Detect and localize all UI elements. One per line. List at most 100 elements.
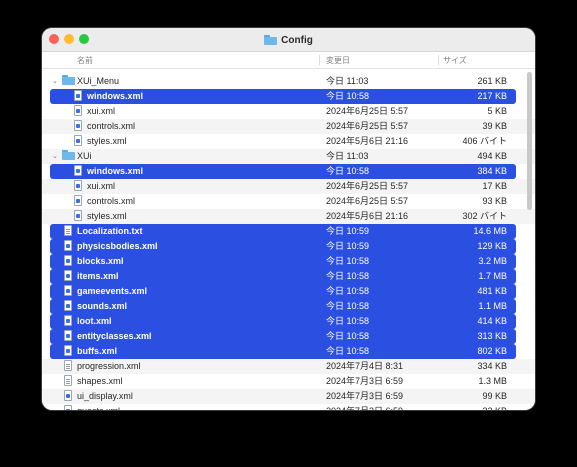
modified-date: 今日 10:58 xyxy=(326,256,370,266)
file-size: 334 KB xyxy=(477,361,507,371)
file-row[interactable]: ui_display.xml 2024年7月3日 6:59 99 KB xyxy=(42,389,535,404)
file-name: XUi xyxy=(77,151,92,161)
xml-document-icon xyxy=(74,210,82,221)
file-row[interactable]: controls.xml 2024年6月25日 5:57 39 KB xyxy=(42,119,535,134)
modified-date: 2024年6月25日 5:57 xyxy=(326,121,409,131)
modified-date: 2024年7月3日 6:59 xyxy=(326,391,404,401)
xml-document-icon xyxy=(64,315,72,326)
title-bar[interactable]: Config xyxy=(42,28,535,52)
folder-icon xyxy=(62,150,75,160)
file-name: entityclasses.xml xyxy=(77,331,152,341)
xml-document-icon xyxy=(74,180,82,191)
file-name: shapes.xml xyxy=(77,376,123,386)
modified-date: 今日 10:59 xyxy=(326,226,370,236)
text-document-icon xyxy=(64,375,72,386)
column-date-header[interactable]: 変更日 xyxy=(326,55,350,66)
file-row[interactable]: Localization.txt 今日 10:59 14.6 MB xyxy=(50,224,516,239)
modified-date: 2024年7月3日 6:59 xyxy=(326,376,404,386)
file-row[interactable]: windows.xml 今日 10:58 217 KB xyxy=(50,89,516,104)
file-row[interactable]: gameevents.xml 今日 10:58 481 KB xyxy=(50,284,516,299)
file-list: ⌄ XUi_Menu 今日 11:03 261 KB windows.xml 今日 10:… xyxy=(42,74,535,410)
column-size-header[interactable]: サイズ xyxy=(443,55,467,66)
disclosure-triangle-icon[interactable]: ⌄ xyxy=(52,74,62,89)
file-name: progression.xml xyxy=(77,361,141,371)
file-size: 32 KB xyxy=(482,404,507,410)
modified-date: 今日 11:03 xyxy=(326,76,369,86)
file-size: 3.2 MB xyxy=(478,256,507,266)
file-size: 129 KB xyxy=(477,241,507,251)
file-name: controls.xml xyxy=(87,196,136,206)
file-row[interactable]: controls.xml 2024年6月25日 5:57 93 KB xyxy=(42,194,535,209)
column-name-header[interactable]: 名前 xyxy=(77,55,93,66)
column-divider[interactable] xyxy=(438,55,439,65)
xml-document-icon xyxy=(64,405,72,410)
text-document-icon xyxy=(64,360,72,371)
file-row[interactable]: xui.xml 2024年6月25日 5:57 5 KB xyxy=(42,104,535,119)
xml-document-icon xyxy=(74,135,82,146)
xml-document-icon xyxy=(74,165,82,176)
modified-date: 2024年7月3日 6:59 xyxy=(326,404,403,410)
modified-date: 今日 10:58 xyxy=(326,286,370,296)
file-row[interactable]: styles.xml 2024年5月6日 21:16 302 バイト xyxy=(42,209,535,224)
file-row[interactable]: progression.xml 2024年7月4日 8:31 334 KB xyxy=(42,359,535,374)
file-size: 1.3 MB xyxy=(478,376,507,386)
file-name: physicsbodies.xml xyxy=(77,241,158,251)
xml-document-icon xyxy=(74,90,82,101)
modified-date: 今日 10:58 xyxy=(326,316,370,326)
xml-document-icon xyxy=(74,195,82,206)
finder-window: Config 名前 変更日 サイズ ⌄ XUi_Menu 今日 11:03 261 K… xyxy=(42,28,535,410)
folder-row[interactable]: ⌄ XUi_Menu 今日 11:03 261 KB xyxy=(42,74,535,89)
text-document-icon xyxy=(64,225,72,236)
modified-date: 2024年5月6日 21:16 xyxy=(326,211,409,221)
folder-icon xyxy=(264,35,278,45)
modified-date: 今日 10:58 xyxy=(326,91,370,101)
vertical-scrollbar[interactable] xyxy=(527,72,532,210)
file-name: xui.xml xyxy=(87,106,116,116)
file-row[interactable]: styles.xml 2024年5月6日 21:16 406 バイト xyxy=(42,134,535,149)
file-row[interactable]: buffs.xml 今日 10:58 802 KB xyxy=(50,344,516,359)
file-row[interactable]: physicsbodies.xml 今日 10:59 129 KB xyxy=(50,239,516,254)
file-size: 481 KB xyxy=(477,286,507,296)
file-row[interactable]: blocks.xml 今日 10:58 3.2 MB xyxy=(50,254,516,269)
file-row[interactable]: windows.xml 今日 10:58 384 KB xyxy=(50,164,516,179)
file-row[interactable]: entityclasses.xml 今日 10:58 313 KB xyxy=(50,329,516,344)
file-size: 302 バイト xyxy=(462,211,507,221)
file-row[interactable]: items.xml 今日 10:58 1.7 MB xyxy=(50,269,516,284)
file-size: 406 バイト xyxy=(462,136,507,146)
file-name: styles.xml xyxy=(87,136,127,146)
file-name: loot.xml xyxy=(77,316,112,326)
modified-date: 今日 10:58 xyxy=(326,271,370,281)
file-row[interactable]: shapes.xml 2024年7月3日 6:59 1.3 MB xyxy=(42,374,535,389)
file-size: 99 KB xyxy=(482,391,507,401)
file-row[interactable]: quests.xml 2024年7月3日 6:59 32 KB xyxy=(42,404,535,410)
file-name: xui.xml xyxy=(87,181,116,191)
file-size: 14.6 MB xyxy=(473,226,507,236)
xml-document-icon xyxy=(64,255,72,266)
column-divider[interactable] xyxy=(319,55,320,65)
file-size: 494 KB xyxy=(477,151,507,161)
xml-document-icon xyxy=(64,390,72,401)
file-name: ui_display.xml xyxy=(77,391,133,401)
file-name: XUi_Menu xyxy=(77,76,120,86)
file-size: 1.1 MB xyxy=(478,301,507,311)
xml-document-icon xyxy=(74,105,82,116)
file-size: 5 KB xyxy=(487,106,507,116)
file-name: Localization.txt xyxy=(77,226,143,236)
xml-document-icon xyxy=(64,345,72,356)
modified-date: 今日 11:03 xyxy=(326,151,369,161)
modified-date: 2024年5月6日 21:16 xyxy=(326,136,409,146)
file-row[interactable]: loot.xml 今日 10:58 414 KB xyxy=(50,314,516,329)
modified-date: 2024年6月25日 5:57 xyxy=(326,196,409,206)
file-name: items.xml xyxy=(77,271,119,281)
file-row[interactable]: xui.xml 2024年6月25日 5:57 17 KB xyxy=(42,179,535,194)
file-name: controls.xml xyxy=(87,121,136,131)
file-size: 17 KB xyxy=(482,181,507,191)
folder-row[interactable]: ⌄ XUi 今日 11:03 494 KB xyxy=(42,149,535,164)
file-row[interactable]: sounds.xml 今日 10:58 1.1 MB xyxy=(50,299,516,314)
xml-document-icon xyxy=(64,285,72,296)
file-name: styles.xml xyxy=(87,211,127,221)
file-size: 802 KB xyxy=(477,346,507,356)
xml-document-icon xyxy=(74,120,82,131)
disclosure-triangle-icon[interactable]: ⌄ xyxy=(52,149,62,164)
modified-date: 今日 10:58 xyxy=(326,346,370,356)
